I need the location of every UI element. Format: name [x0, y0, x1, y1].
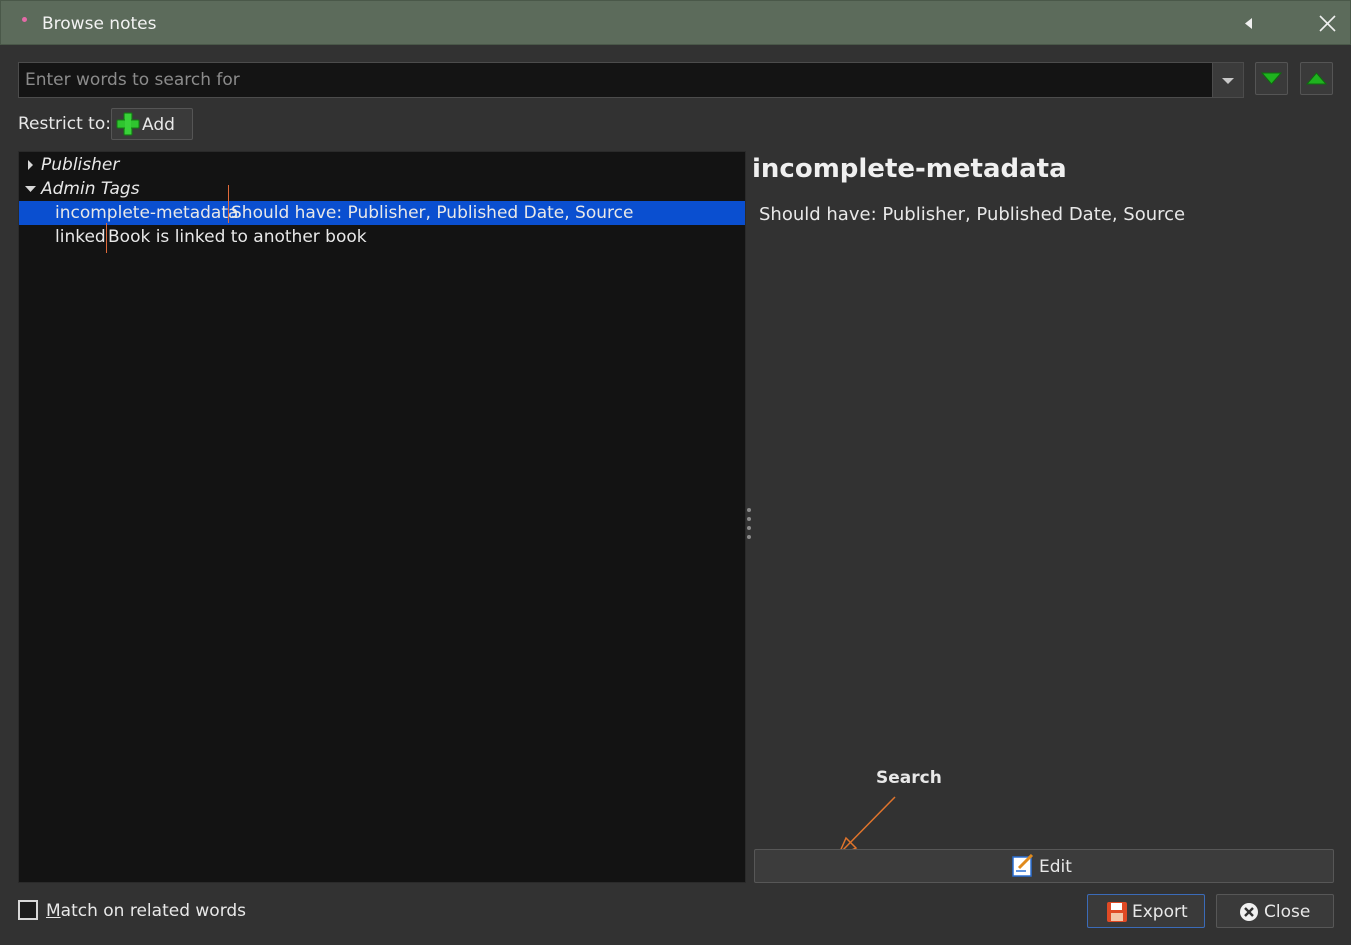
match-related-label[interactable]: Match on related words	[46, 901, 246, 921]
export-label: Export	[1132, 902, 1188, 922]
mnemonic-letter: M	[46, 901, 61, 921]
note-name: incomplete-metadata	[55, 203, 239, 223]
close-label: Close	[1264, 902, 1311, 922]
triangle-left-icon	[1245, 18, 1252, 29]
add-restriction-button[interactable]: Add	[111, 108, 193, 140]
green-arrow-up-icon	[1305, 72, 1328, 85]
app-icon	[22, 17, 27, 22]
chevron-down-icon	[1222, 78, 1234, 84]
close-button[interactable]: Close	[1216, 894, 1334, 928]
match-related-checkbox[interactable]	[18, 900, 38, 920]
title-bar: Browse notes	[0, 0, 1351, 45]
search-history-dropdown[interactable]	[1212, 63, 1243, 97]
note-title: incomplete-metadata	[752, 154, 1067, 184]
expand-arrow-icon[interactable]	[25, 159, 37, 171]
category-label: Publisher	[41, 155, 120, 175]
previous-match-button[interactable]	[1300, 62, 1333, 95]
annotation-label: Search	[876, 768, 942, 788]
note-description: Book is linked to another book	[108, 227, 367, 247]
note-row-incomplete-metadata[interactable]: incomplete-metadata Should have: Publish…	[19, 185, 745, 225]
save-icon	[1107, 902, 1127, 922]
notes-tree[interactable]: Publisher Admin Tags incomplete-metadata…	[18, 151, 746, 883]
column-separator	[106, 223, 107, 253]
collapse-arrow-icon[interactable]	[25, 183, 37, 195]
green-arrow-down-icon	[1260, 72, 1283, 85]
plus-icon	[116, 112, 140, 136]
edit-icon	[1012, 854, 1034, 877]
note-description: Should have: Publisher, Published Date, …	[231, 203, 634, 223]
match-related-text: atch on related words	[60, 901, 247, 921]
category-label: Admin Tags	[41, 179, 140, 199]
column-separator	[228, 185, 229, 223]
note-row-linked[interactable]: linked Book is linked to another book	[19, 223, 745, 253]
edit-label: Edit	[1039, 857, 1072, 877]
splitter-handle[interactable]	[746, 506, 752, 542]
tree-category-publisher[interactable]: Publisher	[19, 153, 745, 177]
export-button[interactable]: Export	[1087, 894, 1205, 928]
close-icon	[1319, 15, 1336, 32]
search-combobox[interactable]	[18, 62, 1244, 98]
search-input[interactable]	[19, 63, 1213, 97]
restrict-label: Restrict to:	[18, 114, 111, 134]
edit-button[interactable]: Edit	[754, 849, 1334, 883]
collapse-button[interactable]	[1234, 9, 1264, 37]
add-label: Add	[142, 115, 175, 135]
next-match-button[interactable]	[1255, 62, 1288, 95]
window-title: Browse notes	[42, 14, 157, 34]
close-window-button[interactable]	[1312, 9, 1342, 37]
close-circle-icon	[1240, 903, 1258, 921]
note-name: linked	[55, 227, 106, 247]
tree-category-admin-tags[interactable]: Admin Tags	[19, 177, 745, 201]
note-body: Should have: Publisher, Published Date, …	[759, 204, 1186, 225]
